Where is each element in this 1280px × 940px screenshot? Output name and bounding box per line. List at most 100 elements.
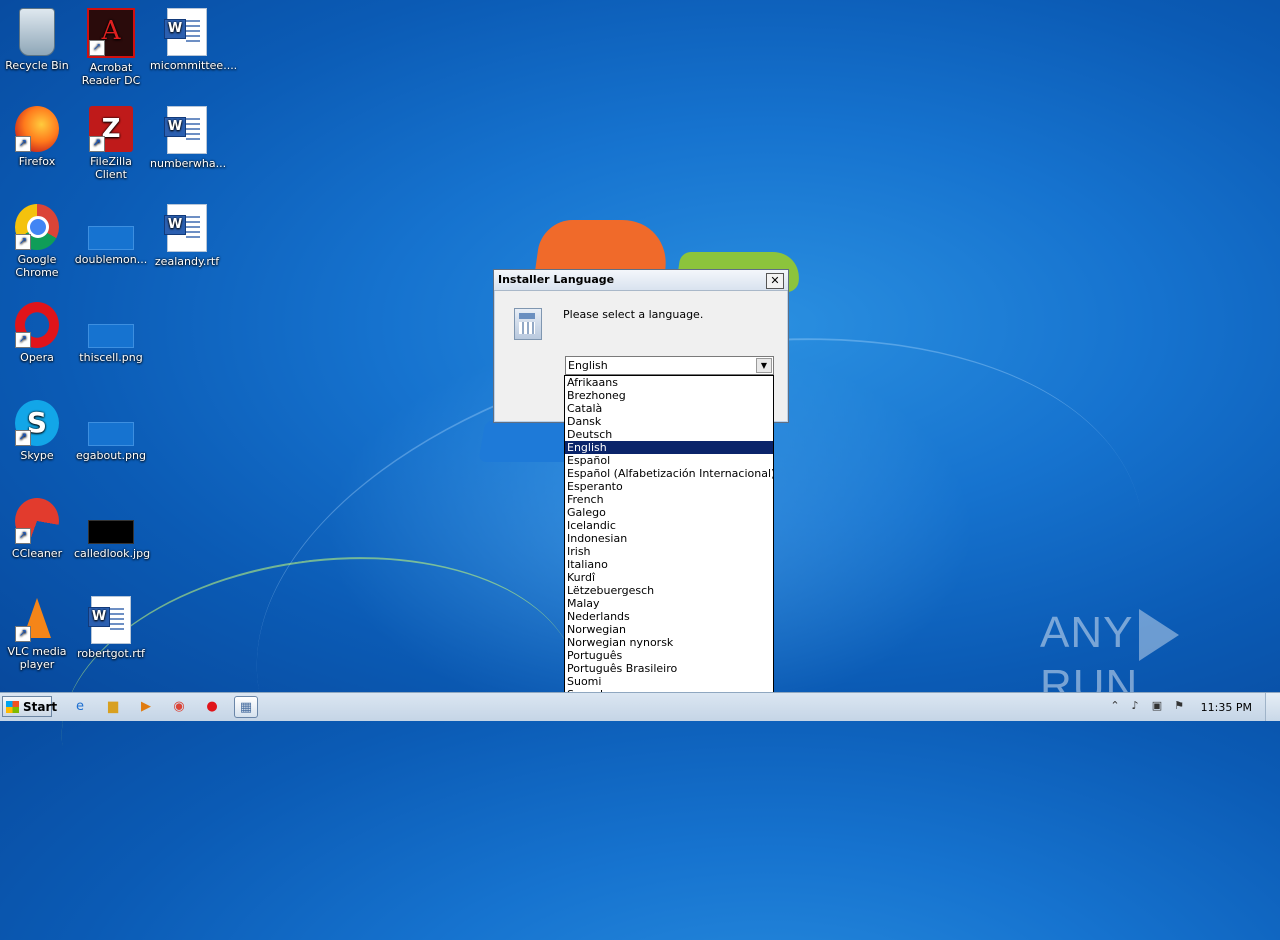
language-option[interactable]: Italiano [565, 558, 773, 571]
media-player-icon[interactable]: ▶ [134, 696, 158, 718]
desktop-icon-vlc[interactable]: ↗ VLC media player [0, 596, 74, 671]
start-label: Start [23, 700, 58, 714]
shortcut-arrow-icon: ↗ [15, 234, 31, 250]
shortcut-arrow-icon: ↗ [15, 332, 31, 348]
shortcut-arrow-icon: ↗ [89, 136, 105, 152]
desktop-icon-label: micommittee.... [150, 59, 238, 72]
desktop-icon-skype[interactable]: S ↗ Skype [0, 400, 74, 462]
folder-icon[interactable]: ▆ [101, 696, 125, 718]
desktop-icon-label: Google Chrome [15, 253, 59, 279]
opera-taskbar-icon[interactable]: ● [200, 696, 224, 718]
network-icon[interactable]: ▣ [1150, 699, 1164, 713]
language-option[interactable]: Esperanto [565, 480, 773, 493]
language-option[interactable]: Suomi [565, 675, 773, 688]
language-option[interactable]: English [565, 441, 773, 454]
desktop-icon-label: doublemon... [74, 253, 148, 266]
language-option[interactable]: Kurdî [565, 571, 773, 584]
desktop-icon-recycle-bin[interactable]: Recycle Bin [0, 8, 74, 72]
desktop-icon-label: robertgot.rtf [77, 647, 145, 660]
desktop-icon-doublemon[interactable]: doublemon... [74, 204, 148, 266]
desktop-icon-label: Acrobat Reader DC [81, 61, 141, 87]
opera-icon: ↗ [15, 302, 59, 348]
desktop-icon-label: Firefox [18, 155, 56, 168]
language-option[interactable]: Español [565, 454, 773, 467]
installer-taskbar-button[interactable]: ▦ [234, 696, 258, 718]
desktop-icon-zealandy[interactable]: W zealandy.rtf [150, 204, 224, 268]
language-option[interactable]: Afrikaans [565, 376, 773, 389]
installer-icon [514, 308, 542, 340]
language-option[interactable]: Norwegian nynorsk [565, 636, 773, 649]
language-select[interactable]: English ▼ [565, 356, 774, 375]
recycle-bin-icon [19, 8, 55, 56]
skype-icon: S ↗ [15, 400, 59, 446]
desktop-icon-label: Opera [20, 351, 54, 364]
language-select-value: English [568, 359, 608, 372]
desktop-icon-thiscell[interactable]: thiscell.png [74, 302, 148, 364]
desktop-icon-opera[interactable]: ↗ Opera [0, 302, 74, 364]
shortcut-arrow-icon: ↗ [15, 626, 31, 642]
desktop-icon-egabout[interactable]: egabout.png [74, 400, 148, 462]
acrobat-icon: A ↗ [87, 8, 135, 58]
desktop-icon-micommittee[interactable]: W micommittee.... [150, 8, 238, 72]
desktop-icon-label: numberwha... [150, 157, 227, 170]
desktop-icon-label: Skype [20, 449, 54, 462]
language-option[interactable]: Indonesian [565, 532, 773, 545]
play-logo-icon [1139, 609, 1180, 662]
word-document-icon: W [164, 204, 207, 252]
desktop-icon-label: CCleaner [11, 547, 63, 560]
desktop-icon-calledlook[interactable]: calledlook.jpg [74, 498, 151, 560]
desktop-icon-label: thiscell.png [79, 351, 143, 364]
language-option[interactable]: Português [565, 649, 773, 662]
firefox-icon: ↗ [15, 106, 59, 152]
desktop-icon-firefox[interactable]: ↗ Firefox [0, 106, 74, 168]
language-option[interactable]: Dansk [565, 415, 773, 428]
chrome-icon: ↗ [15, 204, 59, 250]
dialog-prompt: Please select a language. [563, 308, 704, 321]
ccleaner-icon: ↗ [15, 498, 59, 544]
action-center-flag-icon[interactable]: ⚑ [1172, 699, 1186, 713]
vlc-icon: ↗ [15, 596, 59, 642]
taskbar: Start e ▆ ▶ ◉ ● ▦ ⌃ ♪ ▣ ⚑ 11:35 PM [0, 692, 1280, 721]
start-button[interactable]: Start [2, 696, 57, 717]
language-dropdown-list[interactable]: Afrikaans Brezhoneg Català Dansk Deutsch Engl… [564, 375, 774, 716]
system-tray: ⌃ ♪ ▣ ⚑ 11:35 PM [1104, 693, 1280, 721]
desktop-icon-ccleaner[interactable]: ↗ CCleaner [0, 498, 74, 560]
shortcut-arrow-icon: ↗ [15, 528, 31, 544]
language-option[interactable]: Icelandic [565, 519, 773, 532]
dialog-title: Installer Language [494, 270, 788, 291]
language-option[interactable]: Nederlands [565, 610, 773, 623]
language-option[interactable]: Norwegian [565, 623, 773, 636]
desktop-icon-label: VLC media player [7, 645, 67, 671]
language-option[interactable]: Català [565, 402, 773, 415]
chrome-taskbar-icon[interactable]: ◉ [167, 696, 191, 718]
clock[interactable]: 11:35 PM [1201, 701, 1252, 714]
desktop-icon-label: calledlook.jpg [74, 547, 151, 560]
show-hidden-icons-icon[interactable]: ⌃ [1108, 699, 1122, 713]
internet-explorer-icon[interactable]: e [68, 696, 92, 718]
desktop-icon-robertgot[interactable]: W robertgot.rtf [74, 596, 148, 660]
volume-icon[interactable]: ♪ [1128, 699, 1142, 713]
close-button[interactable]: ✕ [766, 273, 784, 289]
desktop-icon-label: Recycle Bin [5, 59, 69, 72]
language-option[interactable]: Lëtzebuergesch [565, 584, 773, 597]
desktop-icon-label: FileZilla Client [90, 155, 132, 181]
language-option[interactable]: Deutsch [565, 428, 773, 441]
language-option[interactable]: Galego [565, 506, 773, 519]
desktop-icon-acrobat[interactable]: A ↗ Acrobat Reader DC [74, 8, 148, 87]
image-thumbnail-icon [88, 422, 134, 446]
desktop-icon-chrome[interactable]: ↗ Google Chrome [0, 204, 74, 279]
chevron-down-icon[interactable]: ▼ [756, 358, 772, 373]
language-option[interactable]: Brezhoneg [565, 389, 773, 402]
language-option[interactable]: Español (Alfabetización Internacional) [565, 467, 773, 480]
watermark-left: ANY [1040, 608, 1134, 657]
desktop-icon-numberwha[interactable]: W numberwha... [150, 106, 227, 170]
language-option[interactable]: Português Brasileiro [565, 662, 773, 675]
language-option[interactable]: Irish [565, 545, 773, 558]
shortcut-arrow-icon: ↗ [89, 40, 105, 56]
language-option[interactable]: French [565, 493, 773, 506]
desktop-icon-filezilla[interactable]: Z ↗ FileZilla Client [74, 106, 148, 181]
word-document-icon: W [88, 596, 131, 644]
windows-flag-icon [6, 701, 19, 713]
language-option[interactable]: Malay [565, 597, 773, 610]
show-desktop-button[interactable] [1265, 693, 1280, 721]
